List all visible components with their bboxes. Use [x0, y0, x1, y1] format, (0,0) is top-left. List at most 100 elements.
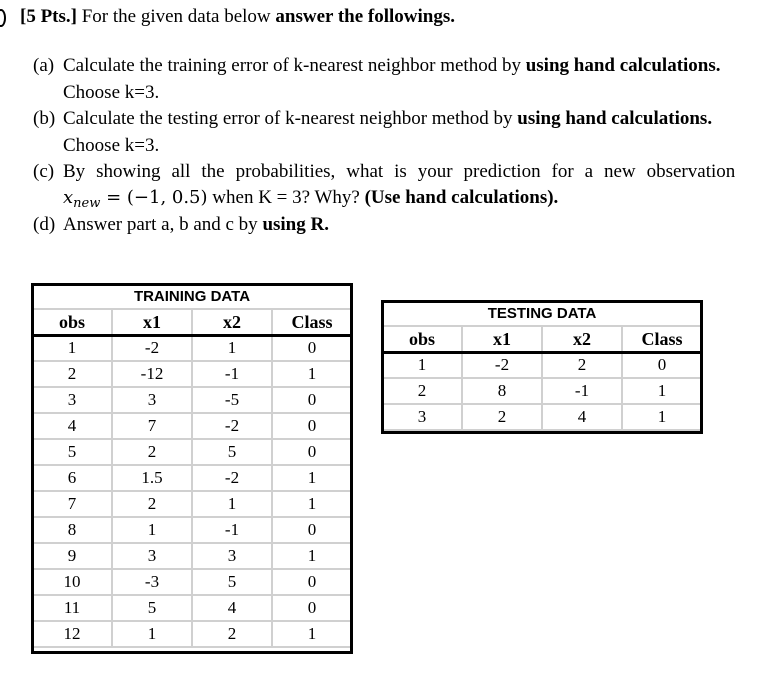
cell-obs: 8	[31, 516, 113, 544]
question-label: (c)	[33, 161, 55, 182]
cell-x1: 3	[111, 386, 193, 414]
question-label: (a)	[33, 55, 55, 76]
question-bold: using hand calculations.	[525, 55, 721, 76]
column-header-x2: x2	[541, 325, 623, 353]
cell-obs: 3	[381, 403, 463, 431]
column-header-class: Class	[621, 325, 703, 353]
cell-x2: -1	[541, 377, 623, 405]
cell-x1: -3	[111, 568, 193, 596]
cell-class: 1	[621, 377, 703, 405]
column-header-obs: obs	[31, 308, 113, 336]
table-header-row: obs x1 x2 Class	[381, 325, 703, 353]
math-value: = (−1, 0.5)	[100, 187, 208, 208]
column-header-x2: x2	[191, 308, 273, 336]
table-title: TRAINING DATA	[31, 283, 353, 310]
table-header-row: obs x1 x2 Class	[31, 308, 353, 336]
cell-obs: 10	[31, 568, 113, 596]
cell-x2: 2	[541, 351, 623, 379]
table-row: 2 8 -1 1	[381, 377, 703, 405]
cell-class: 0	[271, 568, 353, 596]
column-header-class: Class	[271, 308, 353, 336]
cell-obs: 11	[31, 594, 113, 622]
cell-obs: 5	[31, 438, 113, 466]
cell-class: 0	[271, 594, 353, 622]
cell-obs: 2	[381, 377, 463, 405]
cell-class: 1	[271, 490, 353, 518]
question-text: when K = 3? Why?	[207, 187, 365, 208]
cell-x1: 5	[111, 594, 193, 622]
table-row: 8 1 -1 0	[31, 516, 353, 544]
intro-bold: answer the followings.	[275, 6, 456, 27]
cell-obs: 3	[31, 386, 113, 414]
cell-obs: 9	[31, 542, 113, 570]
table-row: 4 7 -2 0	[31, 412, 353, 440]
question-label: (b)	[33, 108, 56, 129]
math-subscript: new	[73, 196, 101, 211]
question-label: (d)	[33, 214, 56, 235]
cell-x1: 7	[111, 412, 193, 440]
cell-obs: 1	[31, 334, 113, 362]
cell-x2: -1	[191, 516, 273, 544]
training-data-table: TRAINING DATA obs x1 x2 Class 1 -2 1 0 2 -12 -1 1 3…	[31, 283, 353, 648]
cell-class: 0	[271, 412, 353, 440]
question-c-continuation: xnew = (−1, 0.5) when K = 3? Why? (Use h…	[63, 187, 558, 211]
table-title: TESTING DATA	[381, 300, 703, 327]
cell-x2: 5	[191, 438, 273, 466]
cell-obs: 12	[31, 620, 113, 648]
table-row: 10 -3 5 0	[31, 568, 353, 596]
cell-x2: 5	[191, 568, 273, 596]
testing-data-table: TESTING DATA obs x1 x2 Class 1 -2 2 0 2 8 -1 1 3 2 4 1	[381, 300, 703, 431]
question-text: Calculate the testing error of k-nearest…	[63, 108, 518, 129]
question-a-continuation: Choose k=3.	[63, 82, 160, 103]
cell-x1: 1	[111, 516, 193, 544]
question-text: Calculate the training error of k-neares…	[63, 55, 526, 76]
question-d: (d) Answer part a, b and c by using R.	[33, 214, 329, 236]
cell-x1: -2	[461, 351, 543, 379]
cell-x2: 1	[191, 490, 273, 518]
cell-class: 1	[271, 360, 353, 388]
question-text: Answer part a, b and c by	[63, 214, 263, 235]
points-label: [5 Pts.]	[20, 6, 77, 27]
cell-x1: 2	[111, 438, 193, 466]
cell-class: 1	[621, 403, 703, 431]
cell-x1: 8	[461, 377, 543, 405]
column-header-x1: x1	[461, 325, 543, 353]
cell-x2: -2	[191, 412, 273, 440]
column-header-x1: x1	[111, 308, 193, 336]
cell-x2: 4	[541, 403, 623, 431]
cell-x1: 2	[461, 403, 543, 431]
table-row: 1 -2 2 0	[381, 351, 703, 379]
table-row: 3 3 -5 0	[31, 386, 353, 414]
cell-class: 0	[271, 438, 353, 466]
math-expression: xnew = (−1, 0.5)	[63, 187, 208, 211]
cell-class: 1	[271, 542, 353, 570]
table-row: 6 1.5 -2 1	[31, 464, 353, 492]
cell-obs: 2	[31, 360, 113, 388]
cell-x2: 2	[191, 620, 273, 648]
cell-class: 0	[621, 351, 703, 379]
intro-text: For the given data below	[76, 6, 276, 27]
cell-obs: 1	[381, 351, 463, 379]
cell-x1: -12	[111, 360, 193, 388]
table-row: 3241	[381, 403, 703, 431]
cell-class: 0	[271, 516, 353, 544]
table-row: 12 1 2 1	[31, 620, 353, 648]
cell-obs: 7	[31, 490, 113, 518]
question-c: (c) By showing all the probabilities, wha…	[33, 161, 735, 183]
list-bullet-icon	[0, 9, 6, 27]
cell-obs: 4	[31, 412, 113, 440]
cell-class: 0	[271, 334, 353, 362]
question-b-continuation: Choose k=3.	[63, 135, 160, 156]
column-header-obs: obs	[381, 325, 463, 353]
cell-x1: 2	[111, 490, 193, 518]
cell-class: 0	[271, 386, 353, 414]
cell-x2: 4	[191, 594, 273, 622]
question-text: By showing all the probabilities, what i…	[63, 161, 736, 182]
cell-x1: 1.5	[111, 464, 193, 492]
table-row: 2 -12 -1 1	[31, 360, 353, 388]
table-row: 7211	[31, 490, 353, 518]
cell-x2: 3	[191, 542, 273, 570]
question-bold: (Use hand calculations).	[364, 187, 559, 208]
cell-x2: -2	[191, 464, 273, 492]
cell-x1: 1	[111, 620, 193, 648]
